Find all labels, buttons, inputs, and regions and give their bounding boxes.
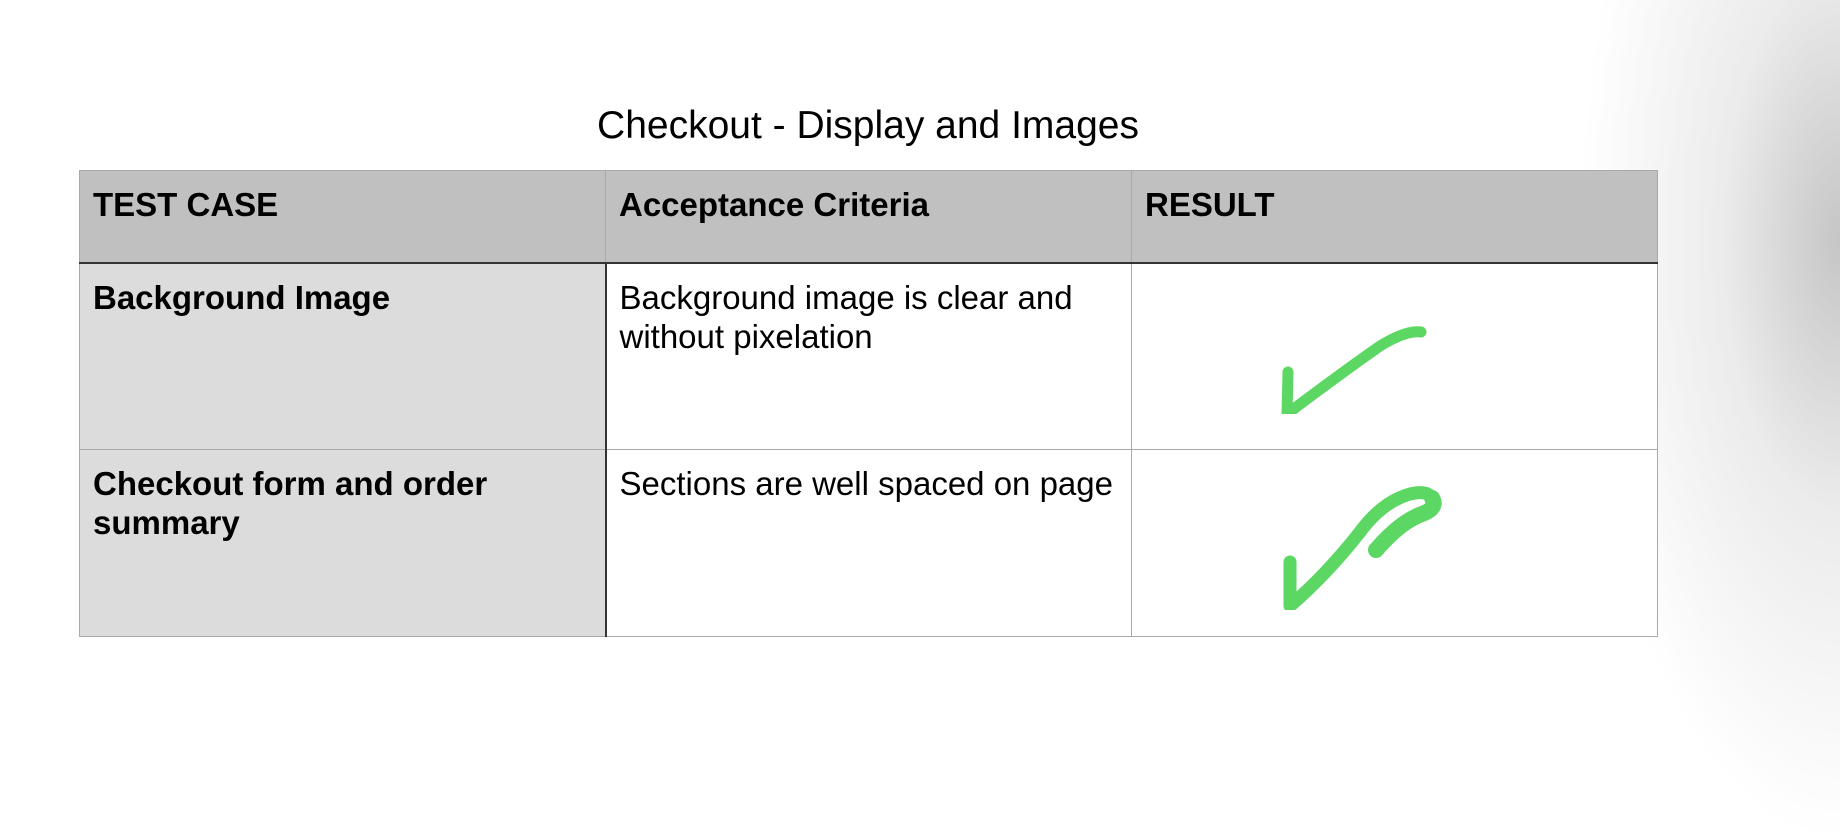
test-results-table: TEST CASE Acceptance Criteria RESULT Bac… bbox=[79, 170, 1658, 637]
result-cell bbox=[1131, 449, 1658, 637]
table-row: Background Image Background image is cle… bbox=[79, 262, 1658, 450]
header-test-case: TEST CASE bbox=[79, 170, 606, 264]
test-case-cell: Background Image bbox=[79, 262, 607, 450]
criteria-cell: Sections are well spaced on page bbox=[605, 449, 1132, 637]
result-cell bbox=[1131, 262, 1658, 450]
header-acceptance-criteria: Acceptance Criteria bbox=[605, 170, 1132, 264]
green-checkmark-icon bbox=[1281, 325, 1427, 414]
page-title: Checkout - Display and Images bbox=[597, 104, 1139, 147]
header-result: RESULT bbox=[1131, 170, 1658, 264]
test-case-cell: Checkout form and order summary bbox=[79, 449, 607, 637]
table-header-row: TEST CASE Acceptance Criteria RESULT bbox=[79, 170, 1658, 264]
green-checkmark-icon bbox=[1283, 486, 1442, 610]
criteria-cell: Background image is clear and without pi… bbox=[605, 262, 1132, 450]
table-row: Checkout form and order summary Sections… bbox=[79, 449, 1658, 637]
